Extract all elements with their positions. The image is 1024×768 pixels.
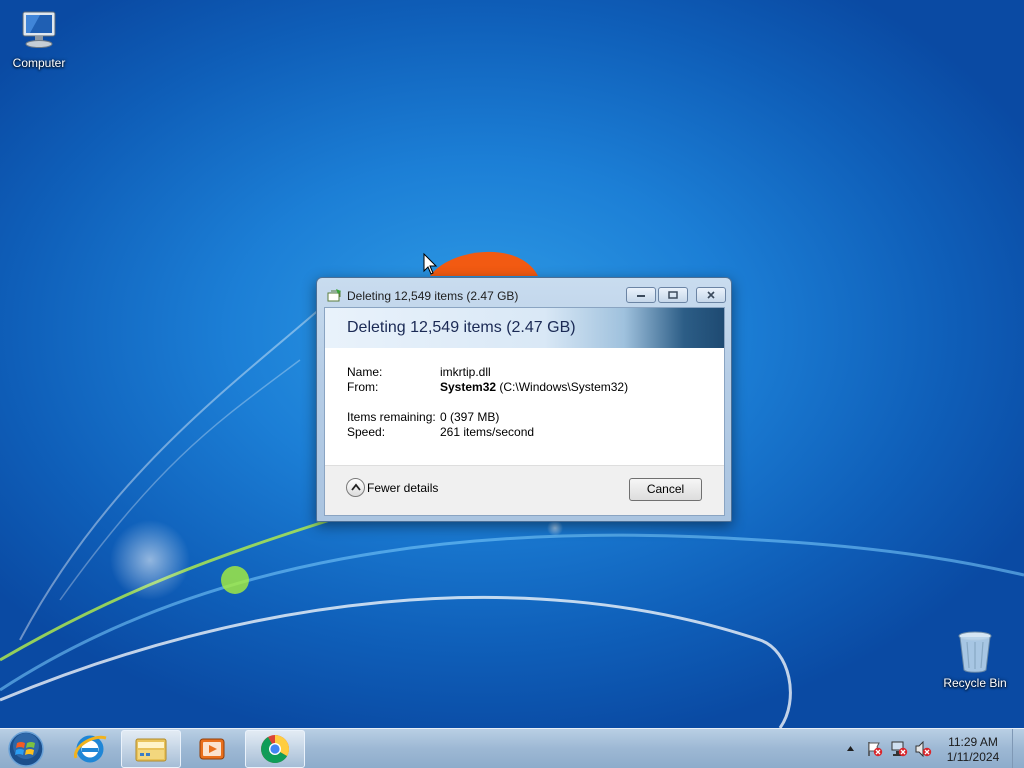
dialog-title: Deleting 12,549 items (2.47 GB) [347, 289, 519, 303]
chevron-up-icon [346, 478, 365, 497]
action-center-flag-icon[interactable] [866, 741, 884, 757]
name-label: Name: [347, 365, 383, 379]
clock-date: 1/11/2024 [946, 750, 1000, 764]
desktop-icon-recycle-bin[interactable]: Recycle Bin [938, 630, 1012, 690]
maximize-button[interactable] [658, 287, 688, 303]
from-folder-link[interactable]: System32 [440, 380, 496, 394]
speed-value: 261 items/second [440, 425, 535, 439]
desktop-icon-label: Recycle Bin [943, 676, 1007, 690]
remaining-value: 0 (397 MB) [440, 410, 500, 424]
volume-muted-icon[interactable] [914, 741, 932, 757]
clock[interactable]: 11:29 AM 1/11/2024 [940, 735, 1006, 765]
remaining-label: Items remaining: [347, 410, 436, 424]
clock-time: 11:29 AM [948, 735, 998, 749]
taskbar: 11:29 AM 1/11/2024 [0, 728, 1024, 768]
taskbar-file-explorer[interactable] [121, 730, 181, 768]
name-value: imkrtip.dll [440, 365, 491, 379]
delete-progress-dialog: Deleting 12,549 items (2.47 GB) Deleting… [316, 277, 732, 522]
windows-start-icon [8, 731, 44, 767]
chrome-icon [261, 735, 289, 763]
mouse-cursor-icon [423, 252, 438, 275]
desktop-icon-computer[interactable]: Computer [2, 8, 76, 70]
from-label: From: [347, 380, 379, 394]
from-value: System32 (C:\Windows\System32) [440, 380, 628, 394]
cancel-button[interactable]: Cancel [629, 478, 702, 501]
dialog-content: Deleting 12,549 items (2.47 GB) Name: im… [324, 307, 725, 516]
media-player-icon [199, 738, 225, 760]
close-button[interactable] [696, 287, 726, 303]
system-tray: 11:29 AM 1/11/2024 [840, 729, 1024, 768]
network-icon[interactable] [890, 741, 908, 757]
show-hidden-icons-icon[interactable] [846, 745, 855, 752]
close-icon [707, 291, 715, 299]
fewer-details-button[interactable]: Fewer details [346, 478, 438, 497]
internet-explorer-icon [74, 735, 107, 763]
taskbar-chrome[interactable] [245, 730, 305, 768]
minimize-icon [637, 295, 645, 297]
maximize-icon [668, 291, 678, 299]
taskbar-internet-explorer[interactable] [60, 730, 120, 768]
computer-icon [22, 11, 56, 48]
taskbar-media-player[interactable] [182, 730, 242, 768]
fewer-details-label: Fewer details [367, 480, 439, 495]
show-desktop-button[interactable] [1012, 729, 1024, 768]
file-explorer-icon [135, 738, 167, 762]
minimize-button[interactable] [626, 287, 656, 303]
start-button[interactable] [6, 730, 46, 768]
desktop-icon-label: Computer [12, 56, 66, 70]
dialog-header-band: Deleting 12,549 items (2.47 GB) [325, 308, 724, 348]
from-path: (C:\Windows\System32) [499, 380, 629, 394]
file-operation-icon [327, 289, 341, 302]
windows-logo-fragment [430, 251, 538, 276]
dialog-footer: Fewer details Cancel [325, 465, 724, 515]
dialog-heading: Deleting 12,549 items (2.47 GB) [347, 319, 576, 336]
speed-label: Speed: [347, 425, 386, 439]
recycle-bin-icon [958, 631, 992, 673]
